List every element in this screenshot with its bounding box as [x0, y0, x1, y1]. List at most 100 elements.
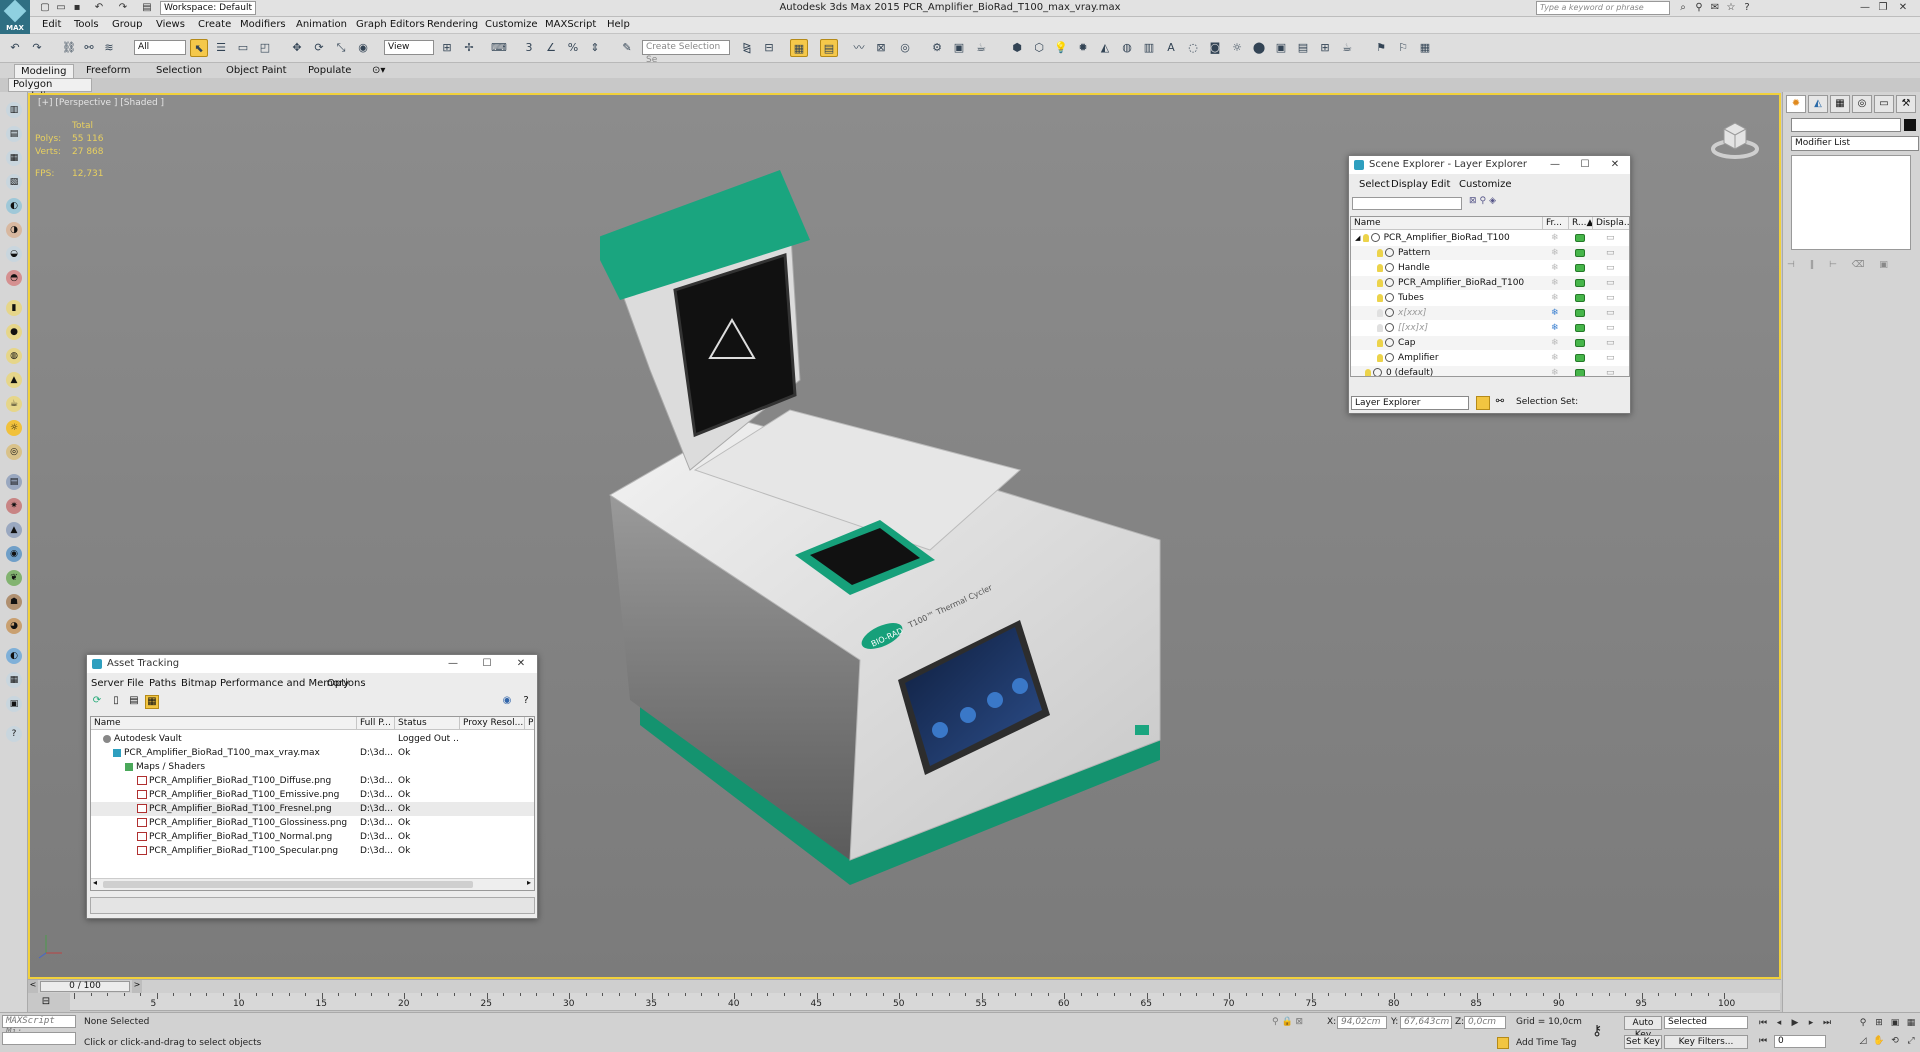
- keyboard-shortcut-icon[interactable]: ⌨: [490, 39, 508, 57]
- tab-object-paint[interactable]: Object Paint: [220, 64, 293, 78]
- mirror-icon[interactable]: ⧎: [738, 39, 756, 57]
- move-icon[interactable]: ✥: [288, 39, 306, 57]
- auto-key-button[interactable]: Auto Key: [1624, 1016, 1662, 1040]
- vray-teapot-icon[interactable]: ☕: [1338, 39, 1356, 57]
- rotate-icon[interactable]: ⟳: [310, 39, 328, 57]
- layer-name[interactable]: PCR_Amplifier_BioRad_T100: [1398, 278, 1524, 288]
- layer-row[interactable]: Pattern ❄ ▭: [1351, 246, 1629, 260]
- viewcube[interactable]: [1710, 117, 1760, 161]
- renderable-toggle-icon[interactable]: [1575, 309, 1585, 317]
- scene-explorer-icon[interactable]: ▤: [820, 39, 838, 57]
- rectangular-selection-icon[interactable]: ▭: [234, 39, 252, 57]
- display-mode-icon[interactable]: ▭: [1606, 231, 1615, 245]
- zoom-extents-all-icon[interactable]: ▦: [1904, 1017, 1918, 1029]
- particles-icon[interactable]: ✷: [6, 498, 22, 514]
- vray-frame-buffer-icon[interactable]: ▣: [1272, 39, 1290, 57]
- renderable-toggle-icon[interactable]: [1575, 354, 1585, 362]
- layer-row[interactable]: Cap ❄ ▭: [1351, 336, 1629, 350]
- freeze-toggle-icon[interactable]: ❄: [1551, 276, 1559, 290]
- zoom-all-icon[interactable]: ⊞: [1872, 1017, 1886, 1029]
- z-coord-field[interactable]: 0,0cm: [1464, 1016, 1506, 1029]
- cylinder-primitive-icon[interactable]: ◍: [6, 348, 22, 364]
- layer-name[interactable]: Handle: [1398, 263, 1430, 273]
- vray-plane-icon[interactable]: ◌: [1184, 39, 1202, 57]
- vray-proxy-icon[interactable]: ▥: [1140, 39, 1158, 57]
- add-time-tag[interactable]: Add Time Tag: [1516, 1038, 1576, 1048]
- display-mode-icon[interactable]: ▭: [1606, 276, 1615, 290]
- renderable-toggle-icon[interactable]: [1575, 249, 1585, 257]
- layer-visibility-bulb-icon[interactable]: [1377, 353, 1383, 362]
- window-crossing-icon[interactable]: ◰: [256, 39, 274, 57]
- scene-explorer-close-icon[interactable]: ✕: [1601, 156, 1629, 174]
- bind-spacewarp-icon[interactable]: ≋: [100, 39, 118, 57]
- freeze-toggle-icon[interactable]: ❄: [1551, 231, 1559, 245]
- asset-row[interactable]: PCR_Amplifier_BioRad_T100_Glossiness.png…: [91, 816, 534, 830]
- display-tab-icon[interactable]: ▭: [1874, 95, 1894, 113]
- modify-tab-icon[interactable]: ◭: [1808, 95, 1828, 113]
- asset-menu-file[interactable]: File: [127, 678, 144, 689]
- display-mode-icon[interactable]: ▭: [1606, 351, 1615, 365]
- asset-row[interactable]: PCR_Amplifier_BioRad_T100_max_vray.max D:…: [91, 746, 534, 760]
- snaps-toggle-icon[interactable]: 3: [520, 39, 538, 57]
- time-slider[interactable]: < 0 / 100 >: [28, 979, 1781, 993]
- timeline-ruler[interactable]: 5 10 15 20 25 30 35 40 45 50 55 60 65 70 75 80 85 90 95 100: [70, 993, 1780, 1011]
- create-helpers-icon[interactable]: ✹: [1074, 39, 1092, 57]
- menu-create[interactable]: Create: [198, 19, 231, 30]
- place-icon[interactable]: ◉: [354, 39, 372, 57]
- cone-primitive-icon[interactable]: ▲: [6, 372, 22, 388]
- renderable-toggle-icon[interactable]: [1575, 279, 1585, 287]
- box-primitive-icon[interactable]: ▮: [6, 300, 22, 316]
- expand-arrow-icon[interactable]: ◢: [1355, 234, 1363, 242]
- layers-icon[interactable]: ▧: [6, 174, 22, 190]
- orbit-icon[interactable]: ⟲: [1888, 1035, 1902, 1047]
- freeze-toggle-icon[interactable]: ❄: [1551, 291, 1559, 305]
- viewport-layout-icon[interactable]: ▥: [6, 102, 22, 118]
- asset-tracking-minimize-icon[interactable]: —: [439, 655, 467, 673]
- asset-row[interactable]: Autodesk Vault Logged Out ...: [91, 732, 534, 746]
- display-mode-icon[interactable]: ▭: [1606, 366, 1615, 376]
- scene-explorer-find-input[interactable]: [1352, 197, 1462, 210]
- previous-frame-icon[interactable]: ◂: [1772, 1017, 1786, 1029]
- help-icon[interactable]: ?: [1740, 1, 1754, 15]
- field-of-view-icon[interactable]: ◿: [1856, 1035, 1870, 1047]
- binoculars-icon[interactable]: ⌕: [1676, 1, 1690, 15]
- select-object-icon[interactable]: ⬉: [190, 39, 208, 57]
- freeze-toggle-icon[interactable]: ❄: [1551, 321, 1559, 335]
- selection-filter-dropdown[interactable]: All: [134, 40, 186, 55]
- select-manipulate-icon[interactable]: ✢: [460, 39, 478, 57]
- layer-explorer-icon[interactable]: ▦: [790, 39, 808, 57]
- link-icon[interactable]: ⛓: [60, 39, 78, 57]
- display-mode-icon[interactable]: ▭: [1606, 261, 1615, 275]
- help-circle-icon[interactable]: ?: [6, 726, 22, 742]
- align-icon[interactable]: ⊟: [760, 39, 778, 57]
- script-icon[interactable]: ▦: [6, 672, 22, 688]
- plugin-a-icon[interactable]: ⚑: [1372, 39, 1390, 57]
- create-geometry-icon[interactable]: ⬢: [1008, 39, 1026, 57]
- menu-edit[interactable]: Edit: [42, 19, 61, 30]
- maximize-viewport-icon[interactable]: ⤢: [1904, 1035, 1918, 1047]
- percent-snap-icon[interactable]: %: [564, 39, 582, 57]
- key-filters-button[interactable]: Key Filters...: [1664, 1035, 1748, 1049]
- layer-visibility-bulb-icon[interactable]: [1377, 323, 1383, 332]
- render-icon[interactable]: ◐: [6, 648, 22, 664]
- asset-column-name[interactable]: Name: [91, 717, 357, 730]
- angle-snap-icon[interactable]: ∠: [542, 39, 560, 57]
- vray-light-icon[interactable]: ◭: [1096, 39, 1114, 57]
- asset-column-proxy-status[interactable]: P: [525, 717, 534, 730]
- set-key-button[interactable]: Set Key: [1624, 1035, 1662, 1049]
- layer-row[interactable]: 0 (default) ❄ ▭: [1351, 366, 1629, 376]
- layer-name[interactable]: [[xx]x]: [1398, 323, 1428, 333]
- asset-table[interactable]: Name Full P... Status Proxy Resol... P A…: [90, 716, 535, 891]
- asset-name[interactable]: PCR_Amplifier_BioRad_T100_Diffuse.png: [149, 776, 331, 786]
- layer-manager-icon[interactable]: [1476, 396, 1490, 410]
- schematic-view-icon[interactable]: ⊠: [872, 39, 890, 57]
- scene-explorer-menu-display[interactable]: Display: [1391, 179, 1428, 190]
- asset-row[interactable]: PCR_Amplifier_BioRad_T100_Specular.png D:…: [91, 844, 534, 858]
- menu-group[interactable]: Group: [112, 19, 142, 30]
- utilities-tab-icon[interactable]: ⚒: [1896, 95, 1916, 113]
- tab-populate[interactable]: Populate: [302, 64, 357, 78]
- scrollbar-thumb[interactable]: [103, 881, 473, 888]
- zoom-extents-icon[interactable]: ▣: [1888, 1017, 1902, 1029]
- redo-icon[interactable]: ↷: [28, 39, 46, 57]
- layer-row[interactable]: PCR_Amplifier_BioRad_T100 ❄ ▭: [1351, 276, 1629, 290]
